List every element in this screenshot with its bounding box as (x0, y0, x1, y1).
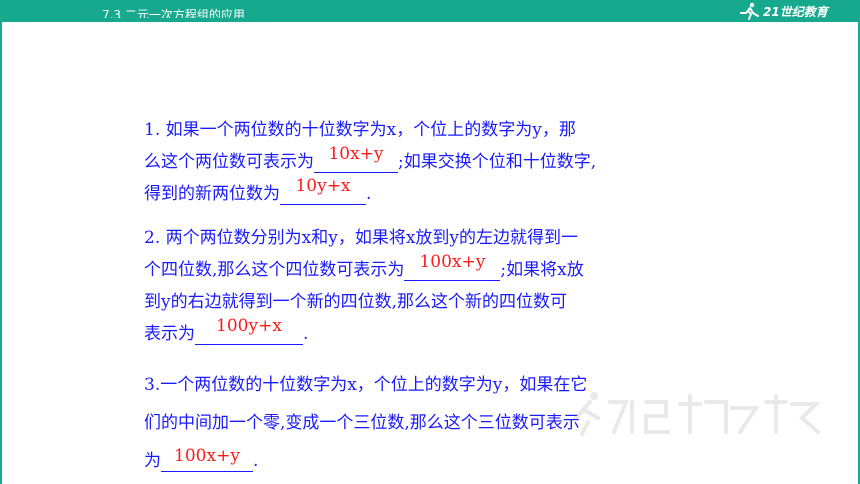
question-line: 为 100x+y. (144, 442, 704, 480)
question-3: 3.一个两位数的十位数字为x，个位上的数字为y，如果在它 们的中间加一个零,变成… (144, 366, 704, 480)
text-before-blank: 为 (144, 451, 161, 471)
text-after-blank: ;如果将x放 (500, 260, 584, 280)
question-1: 1. 如果一个两位数的十位数字为x，个位上的数字为y，那 么这个两位数可表示为 1… (144, 114, 704, 210)
answer-blank: 10x+y (314, 144, 398, 173)
header-bar: 7.3 二元一次方程组的应用 21世纪教育 (0, 0, 860, 22)
answer-blank: 10y+x (280, 176, 366, 205)
text-after-blank: . (366, 184, 372, 204)
text-after-blank: ;如果交换个位和十位数字, (398, 152, 597, 172)
answer-text: 100x+y (174, 446, 240, 466)
question-line: 得到的新两位数为 10y+x. (144, 176, 704, 210)
text-after-blank: . (303, 324, 309, 344)
answer-text: 10y+x (295, 176, 351, 196)
text-after-blank: . (253, 451, 259, 471)
running-figure-icon (740, 2, 759, 20)
answer-blank: 100x+y (161, 446, 253, 472)
question-line: 1. 如果一个两位数的十位数字为x，个位上的数字为y，那 (144, 120, 576, 140)
text-before-blank: 么这个两位数可表示为 (144, 152, 314, 172)
chapter-title: 7.3 二元一次方程组的应用 (102, 8, 245, 22)
question-2: 2. 两个两位数分别为x和y，如果将x放到y的左边就得到一 个四位数,那么这个四… (144, 222, 704, 350)
text-before-blank: 得到的新两位数为 (144, 184, 280, 204)
answer-text: 100x+y (419, 252, 486, 272)
logo-wordmark: 21世纪教育 (763, 4, 828, 19)
answer-blank: 100x+y (404, 252, 501, 281)
brand-logo: 21世纪教育 (738, 1, 828, 21)
answer-text: 10x+y (328, 144, 384, 164)
question-line: 么这个两位数可表示为 10x+y ;如果交换个位和十位数字, (144, 144, 704, 178)
left-border (0, 22, 2, 484)
answer-blank: 100y+x (195, 316, 303, 345)
question-line: 个四位数,那么这个四位数可表示为 100x+y ;如果将x放 (144, 252, 704, 286)
question-line: 表示为 100y+x. (144, 316, 704, 350)
text-before-blank: 表示为 (144, 324, 195, 344)
question-line: 3.一个两位数的十位数字为x，个位上的数字为y，如果在它 (144, 375, 588, 395)
text-before-blank: 个四位数,那么这个四位数可表示为 (144, 260, 405, 280)
answer-text: 100y+x (216, 316, 282, 336)
